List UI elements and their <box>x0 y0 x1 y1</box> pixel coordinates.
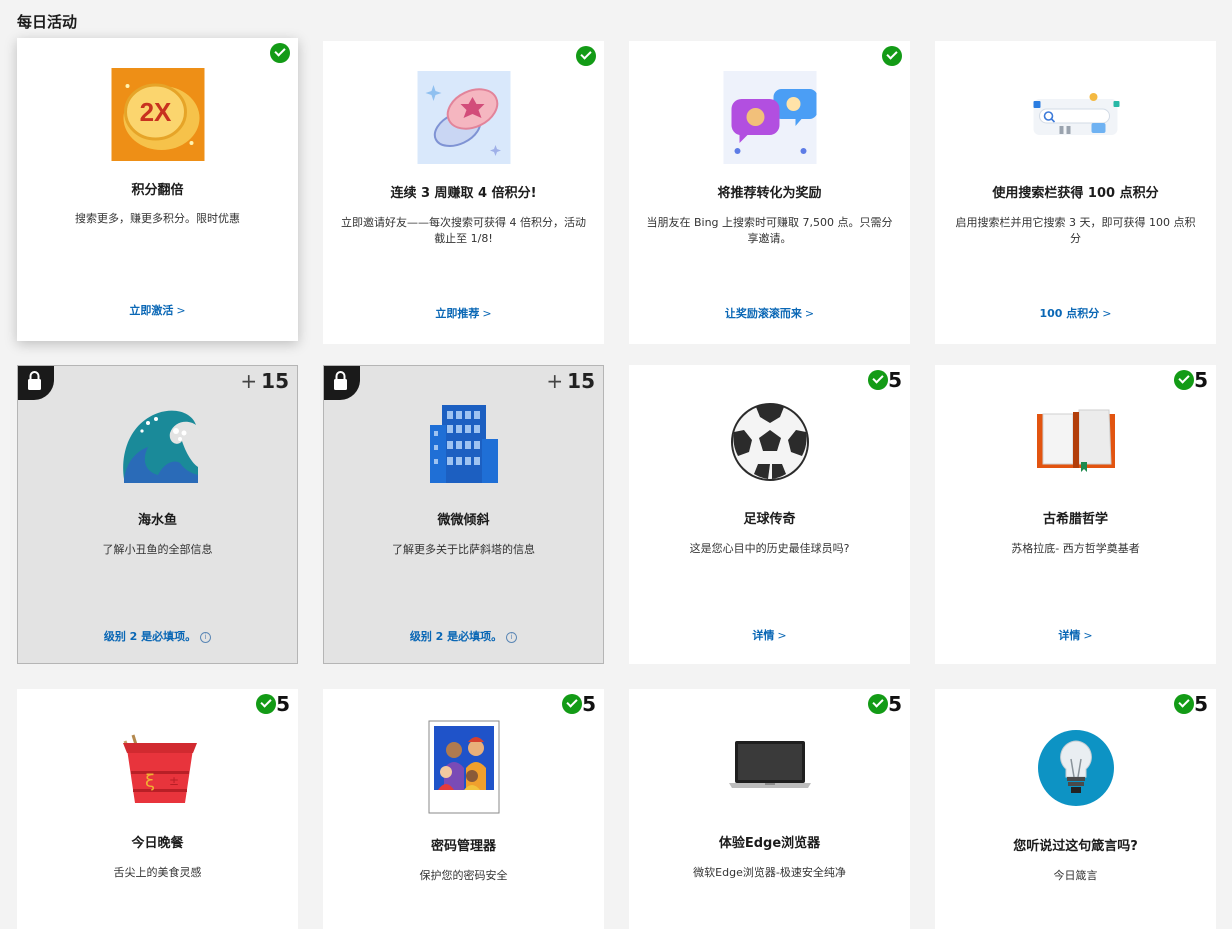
quiz-card-saltwater-fish[interactable]: +15 海水鱼 了解小丑鱼的全部信息 级别 2 是必填项。 i <box>17 365 298 664</box>
lock-icon <box>324 366 360 400</box>
offer-card-double-points[interactable]: 2X 积分翻倍 搜索更多，赚更多积分。限时优惠 立即激活 > <box>17 38 298 341</box>
lightbulb-icon <box>1037 729 1115 807</box>
card-title: 今日晚餐 <box>131 836 184 851</box>
takeout-box-icon: ξ ± <box>117 727 199 807</box>
svg-text:±: ± <box>169 774 179 788</box>
card-description: 今日箴言 <box>1053 869 1098 882</box>
card-description: 这是您心目中的历史最佳球员吗? <box>689 542 850 555</box>
points-value: 5 <box>582 692 596 716</box>
level-required-notice: 级别 2 是必填项。 i <box>334 628 593 644</box>
card-description: 当朋友在 Bing 上搜索时可赚取 7,500 点。只需分享邀请。 <box>646 216 893 245</box>
building-icon <box>424 403 504 483</box>
card-description: 保护您的密码安全 <box>419 869 508 882</box>
completed-check-icon <box>1174 370 1194 390</box>
chevron-right-icon: > <box>176 304 186 317</box>
card-description: 启用搜索栏并用它搜索 3 天，即可获得 100 点积分 <box>955 216 1196 245</box>
completed-check-icon <box>562 694 582 714</box>
card-title: 微微倾斜 <box>437 513 490 528</box>
card-description: 舌尖上的美食灵感 <box>113 866 202 879</box>
chevron-right-icon: > <box>1083 629 1093 642</box>
chevron-right-icon: > <box>777 629 787 642</box>
family-photo-icon <box>428 720 500 815</box>
wave-icon <box>118 403 198 483</box>
points-value: +15 <box>546 369 595 393</box>
offer-card-4x-points[interactable]: 连续 3 周赚取 4 倍积分! 立即邀请好友——每次搜索可获得 4 倍积分，活动… <box>323 41 604 344</box>
svg-text:ξ: ξ <box>145 771 155 792</box>
chevron-right-icon: > <box>482 307 492 320</box>
completed-check-icon <box>868 694 888 714</box>
points-value: +15 <box>240 369 289 393</box>
points-value: 5 <box>888 368 902 392</box>
offer-card-search-bar[interactable]: 使用搜索栏获得 100 点积分 启用搜索栏并用它搜索 3 天，即可获得 100 … <box>935 41 1216 344</box>
card-title: 体验Edge浏览器 <box>718 836 821 851</box>
quiz-card-football-legend[interactable]: 5 足球传奇 这是您心目中的历史最佳球员吗? 详情 > <box>629 365 910 664</box>
card-description: 苏格拉底- 西方哲学奠基者 <box>1011 542 1140 555</box>
details-link[interactable]: 详情 > <box>945 627 1206 643</box>
level-required-notice: 级别 2 是必填项。 i <box>28 628 287 644</box>
card-title: 足球传奇 <box>743 512 796 527</box>
card-title: 连续 3 周赚取 4 倍积分! <box>390 186 537 201</box>
completed-check-icon <box>868 370 888 390</box>
card-description: 了解更多关于比萨斜塔的信息 <box>392 543 535 556</box>
completed-check-icon <box>270 43 290 63</box>
card-daily-quote[interactable]: 5 您听说过这句箴言吗? 今日箴言 <box>935 689 1216 929</box>
completed-check-icon <box>256 694 276 714</box>
section-title: 每日活动 <box>17 13 78 31</box>
completed-check-icon <box>576 46 596 66</box>
plus-icon: + <box>546 369 564 393</box>
coupon-badge-icon <box>417 71 510 164</box>
card-title: 您听说过这句箴言吗? <box>1013 839 1138 854</box>
chat-bubbles-icon <box>723 71 816 164</box>
svg-text:2X: 2X <box>139 97 171 127</box>
plus-icon: + <box>240 369 258 393</box>
details-link[interactable]: 详情 > <box>639 627 900 643</box>
card-dinner-today[interactable]: 5 ξ ± 今日晚餐 舌尖上的美食灵感 <box>17 689 298 929</box>
card-title: 使用搜索栏获得 100 点积分 <box>992 186 1159 201</box>
completed-check-icon <box>1174 694 1194 714</box>
open-book-icon <box>1035 402 1117 482</box>
refer-now-link[interactable]: 立即推荐 > <box>333 305 594 321</box>
chevron-right-icon: > <box>804 307 815 320</box>
card-title: 将推荐转化为奖励 <box>717 186 822 201</box>
points-link[interactable]: 100 点积分 > <box>945 305 1206 321</box>
quiz-card-leaning-tower[interactable]: +15 微微倾斜 了解更多关于比萨斜塔的信息 级别 2 是必填项。 i <box>323 365 604 664</box>
card-title: 海水鱼 <box>137 513 177 528</box>
points-value: 5 <box>1194 692 1208 716</box>
soccer-ball-icon <box>730 402 810 482</box>
completed-check-icon <box>882 46 902 66</box>
card-password-manager[interactable]: 5 密码管理器 保护您的密码安全 <box>323 689 604 929</box>
card-description: 搜索更多，赚更多积分。限时优惠 <box>75 212 240 225</box>
chevron-right-icon: > <box>1102 307 1112 320</box>
quiz-card-greek-philosophy[interactable]: 5 古希腊哲学 苏格拉底- 西方哲学奠基者 详情 > <box>935 365 1216 664</box>
info-icon[interactable]: i <box>200 632 212 643</box>
rewards-link[interactable]: 让奖励滚滚而来 > <box>639 305 900 321</box>
card-description: 立即邀请好友——每次搜索可获得 4 倍积分，活动截止至 1/8! <box>341 216 586 245</box>
points-value: 5 <box>276 692 290 716</box>
search-bar-illustration-icon <box>1029 71 1122 164</box>
card-title: 密码管理器 <box>430 839 496 854</box>
lock-icon <box>18 366 54 400</box>
offer-card-referral-rewards[interactable]: 将推荐转化为奖励 当朋友在 Bing 上搜索时可赚取 7,500 点。只需分享邀… <box>629 41 910 344</box>
info-icon[interactable]: i <box>506 632 518 643</box>
card-description: 微软Edge浏览器-极速安全纯净 <box>693 866 846 879</box>
card-title: 积分翻倍 <box>131 183 184 198</box>
card-edge-browser[interactable]: 5 体验Edge浏览器 微软Edge浏览器-极速安全纯净 <box>629 689 910 929</box>
double-points-coin-icon: 2X <box>111 68 204 161</box>
card-title: 古希腊哲学 <box>1042 512 1108 527</box>
points-value: 5 <box>1194 368 1208 392</box>
points-value: 5 <box>888 692 902 716</box>
activate-link[interactable]: 立即激活 > <box>27 302 288 318</box>
laptop-icon <box>728 741 811 789</box>
card-description: 了解小丑鱼的全部信息 <box>102 543 213 556</box>
